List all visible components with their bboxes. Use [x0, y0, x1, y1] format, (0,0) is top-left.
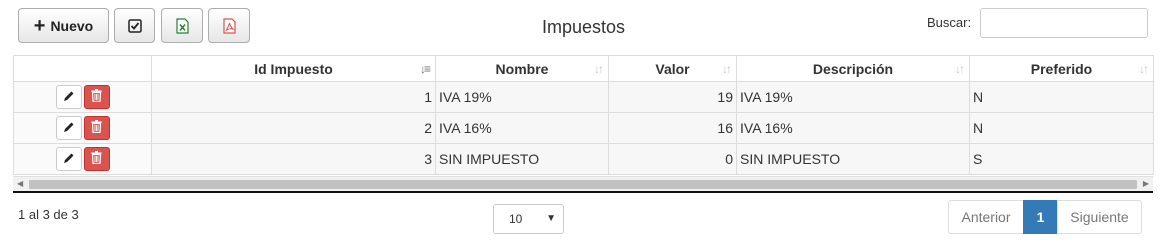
previous-page-button[interactable]: Anterior [948, 200, 1024, 234]
table-row: 3 SIN IMPUESTO 0 SIN IMPUESTO S [13, 143, 1154, 175]
table-header-row: Id Impuesto ↓≡ Nombre ↓↑ Valor ↓↑ Descripci… [13, 55, 1154, 82]
cell-descripcion: IVA 16% [736, 112, 970, 144]
cell-valor: 19 [608, 81, 737, 113]
cell-descripcion: SIN IMPUESTO [736, 143, 970, 175]
column-actions [13, 55, 152, 82]
scroll-left-icon[interactable]: ◀ [17, 179, 23, 188]
cell-descripcion: IVA 19% [736, 81, 970, 113]
row-actions [13, 112, 152, 144]
new-button-label: Nuevo [50, 17, 94, 34]
pdf-file-icon [222, 17, 236, 34]
column-nombre[interactable]: Nombre ↓↑ [435, 55, 609, 82]
pencil-icon [63, 153, 73, 163]
excel-file-icon [175, 17, 189, 34]
column-preferido[interactable]: Preferido ↓↑ [969, 55, 1154, 82]
delete-button[interactable] [83, 147, 110, 171]
column-id[interactable]: Id Impuesto ↓≡ [151, 55, 436, 82]
edit-button[interactable] [55, 116, 82, 140]
row-actions [13, 143, 152, 175]
edit-button[interactable] [55, 147, 82, 171]
search-input[interactable] [980, 8, 1148, 38]
pencil-icon [63, 91, 73, 101]
delete-button[interactable] [83, 85, 110, 109]
sort-icon: ↓↑ [1139, 62, 1149, 76]
search-label: Buscar: [927, 15, 972, 30]
cell-preferido: N [969, 81, 1154, 113]
sort-icon: ↓↑ [955, 62, 965, 76]
trash-icon [91, 89, 102, 103]
cell-nombre: SIN IMPUESTO [435, 143, 609, 175]
sort-icon: ↓↑ [594, 62, 604, 76]
pagination-info: 1 al 3 de 3 [18, 207, 79, 222]
pagination: Anterior 1 Siguiente [948, 200, 1142, 234]
cell-preferido: N [969, 112, 1154, 144]
chevron-down-icon: ▼ [546, 213, 556, 224]
data-table: Id Impuesto ↓≡ Nombre ↓↑ Valor ↓↑ Descripci… [13, 55, 1154, 175]
page-1-button[interactable]: 1 [1023, 200, 1058, 234]
trash-icon [91, 120, 102, 134]
plus-icon: + [33, 14, 46, 37]
cell-nombre: IVA 19% [435, 81, 609, 113]
sort-asc-icon: ↓≡ [419, 62, 431, 76]
row-actions [13, 81, 152, 113]
scroll-right-icon[interactable]: ▶ [1143, 179, 1149, 188]
sort-icon: ↓↑ [722, 62, 732, 76]
column-descripcion[interactable]: Descripción ↓↑ [736, 55, 970, 82]
table-bottom-border [13, 191, 1153, 193]
export-excel-button[interactable] [161, 8, 203, 43]
cell-id: 3 [151, 143, 436, 175]
cell-valor: 16 [608, 112, 737, 144]
cell-nombre: IVA 16% [435, 112, 609, 144]
table-row: 1 IVA 19% 19 IVA 19% N [13, 81, 1154, 113]
table-row: 2 IVA 16% 16 IVA 16% N [13, 112, 1154, 144]
new-button[interactable]: + Nuevo [18, 8, 109, 43]
page-title: Impuestos [542, 17, 626, 37]
horizontal-scrollbar[interactable]: ◀ ▶ [13, 176, 1153, 191]
export-pdf-button[interactable] [208, 8, 250, 43]
scrollbar-thumb[interactable] [29, 180, 1137, 189]
column-valor[interactable]: Valor ↓↑ [608, 55, 737, 82]
pencil-icon [63, 122, 73, 132]
cell-id: 1 [151, 81, 436, 113]
page-size-select[interactable]: 10 ▼ [493, 204, 564, 234]
delete-button[interactable] [83, 116, 110, 140]
page-size-value: 10 [509, 212, 523, 226]
cell-valor: 0 [608, 143, 737, 175]
next-page-button[interactable]: Siguiente [1057, 200, 1142, 234]
trash-icon [91, 151, 102, 165]
select-button[interactable] [114, 8, 155, 43]
cell-id: 2 [151, 112, 436, 144]
edit-button[interactable] [55, 85, 82, 109]
cell-preferido: S [969, 143, 1154, 175]
checklist-icon [127, 18, 142, 33]
